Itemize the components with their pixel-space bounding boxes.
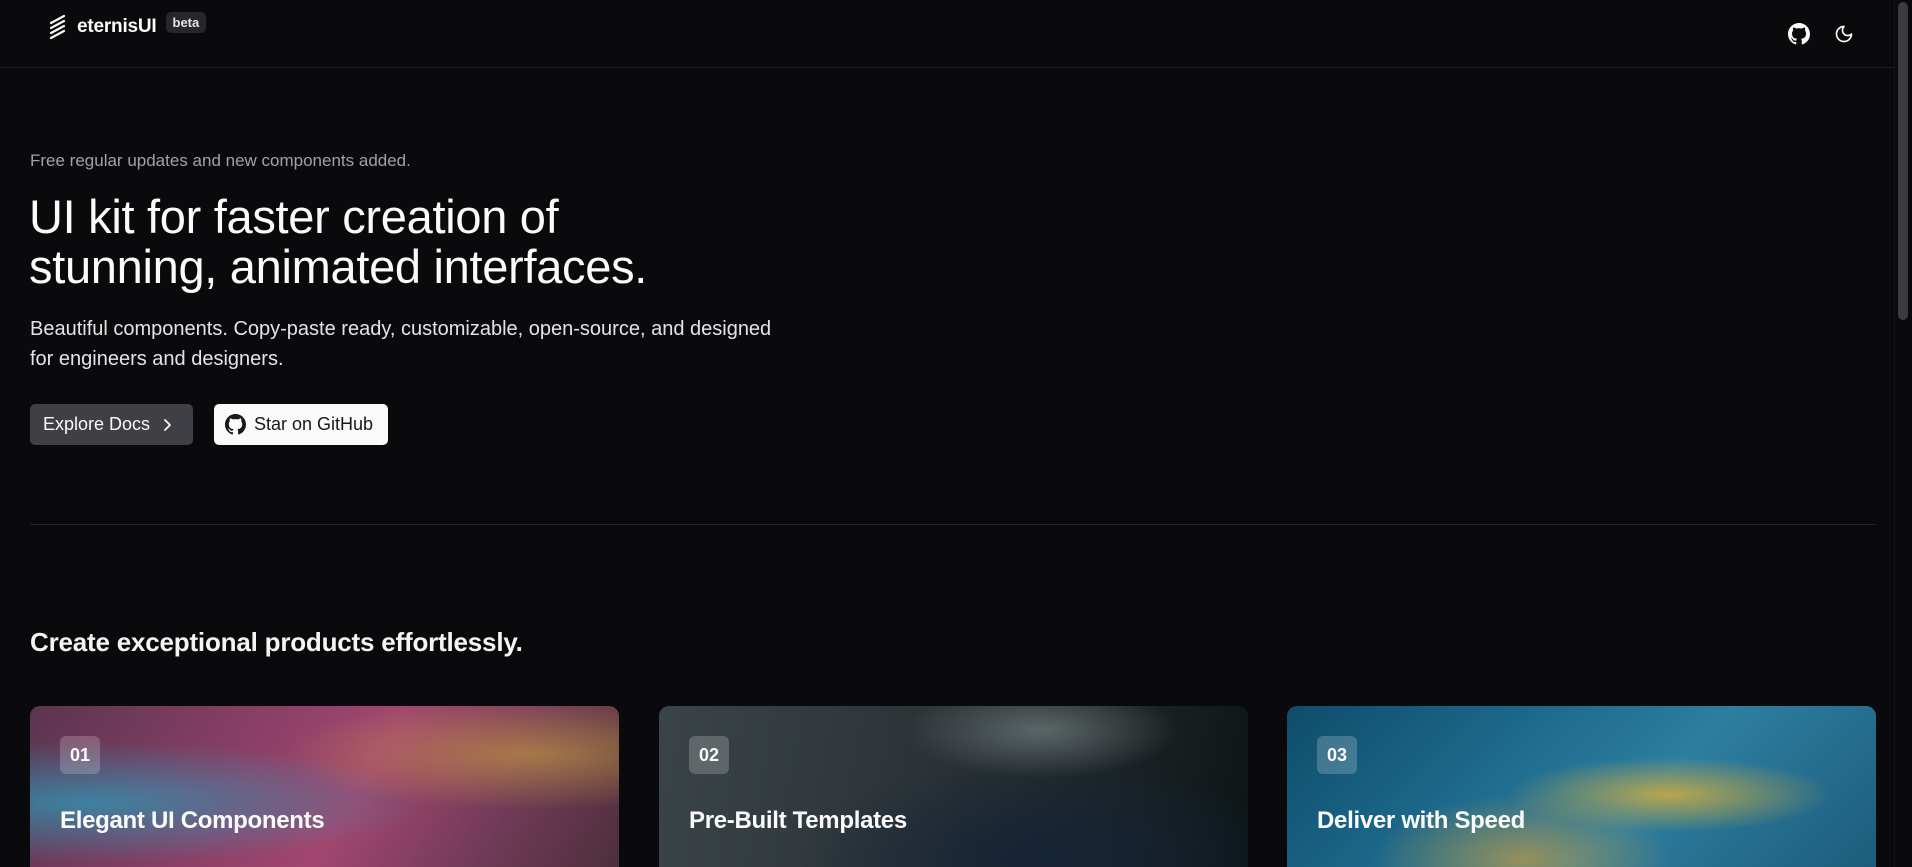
top-navbar: eternisUI beta (0, 0, 1894, 68)
stacked-lines-logo-icon (49, 14, 66, 40)
theme-toggle-button[interactable] (1829, 19, 1859, 49)
explore-docs-label: Explore Docs (43, 414, 151, 434)
feature-card-number: 01 (60, 736, 100, 774)
star-on-github-label: Star on GitHub (254, 414, 374, 434)
feature-card-title: Deliver with Speed (1317, 807, 1525, 834)
hero-title-line-2: stunning, animated interfaces. (29, 240, 648, 293)
github-link-button[interactable] (1784, 19, 1814, 49)
hero-eyebrow: Free regular updates and new components … (30, 151, 411, 170)
moon-icon (1835, 25, 1853, 43)
features-section-title: Create exceptional products effortlessly… (30, 627, 523, 657)
beta-badge: beta (165, 11, 207, 33)
feature-card-number: 03 (1317, 736, 1357, 774)
brand[interactable]: eternisUI beta (47, 11, 207, 40)
feature-card-number: 02 (689, 736, 729, 774)
feature-card-title: Pre-Built Templates (689, 807, 907, 834)
brand-name: eternisUI (77, 16, 157, 37)
scrollbar-thumb[interactable] (1898, 2, 1908, 320)
landing-page: eternisUI beta Free regular updates and … (0, 0, 1912, 867)
hero-title: UI kit for faster creation of stunning, … (29, 192, 789, 292)
hero-title-line-1: UI kit for faster creation of (29, 190, 559, 243)
feature-card-1[interactable]: 01 Elegant UI Components (30, 706, 619, 867)
hero-description: Beautiful components. Copy-paste ready, … (30, 318, 772, 370)
feature-card-title: Elegant UI Components (60, 807, 325, 834)
chevron-right-icon (164, 418, 171, 431)
feature-card-2[interactable]: 02 Pre-Built Templates (659, 706, 1248, 867)
github-icon (225, 414, 246, 435)
star-on-github-button[interactable]: Star on GitHub (214, 404, 388, 445)
page-scrollbar[interactable] (1894, 0, 1912, 867)
feature-card-3[interactable]: 03 Deliver with Speed (1287, 706, 1876, 867)
github-icon (1788, 23, 1810, 45)
section-divider (30, 524, 1876, 525)
explore-docs-button[interactable]: Explore Docs (30, 404, 193, 445)
